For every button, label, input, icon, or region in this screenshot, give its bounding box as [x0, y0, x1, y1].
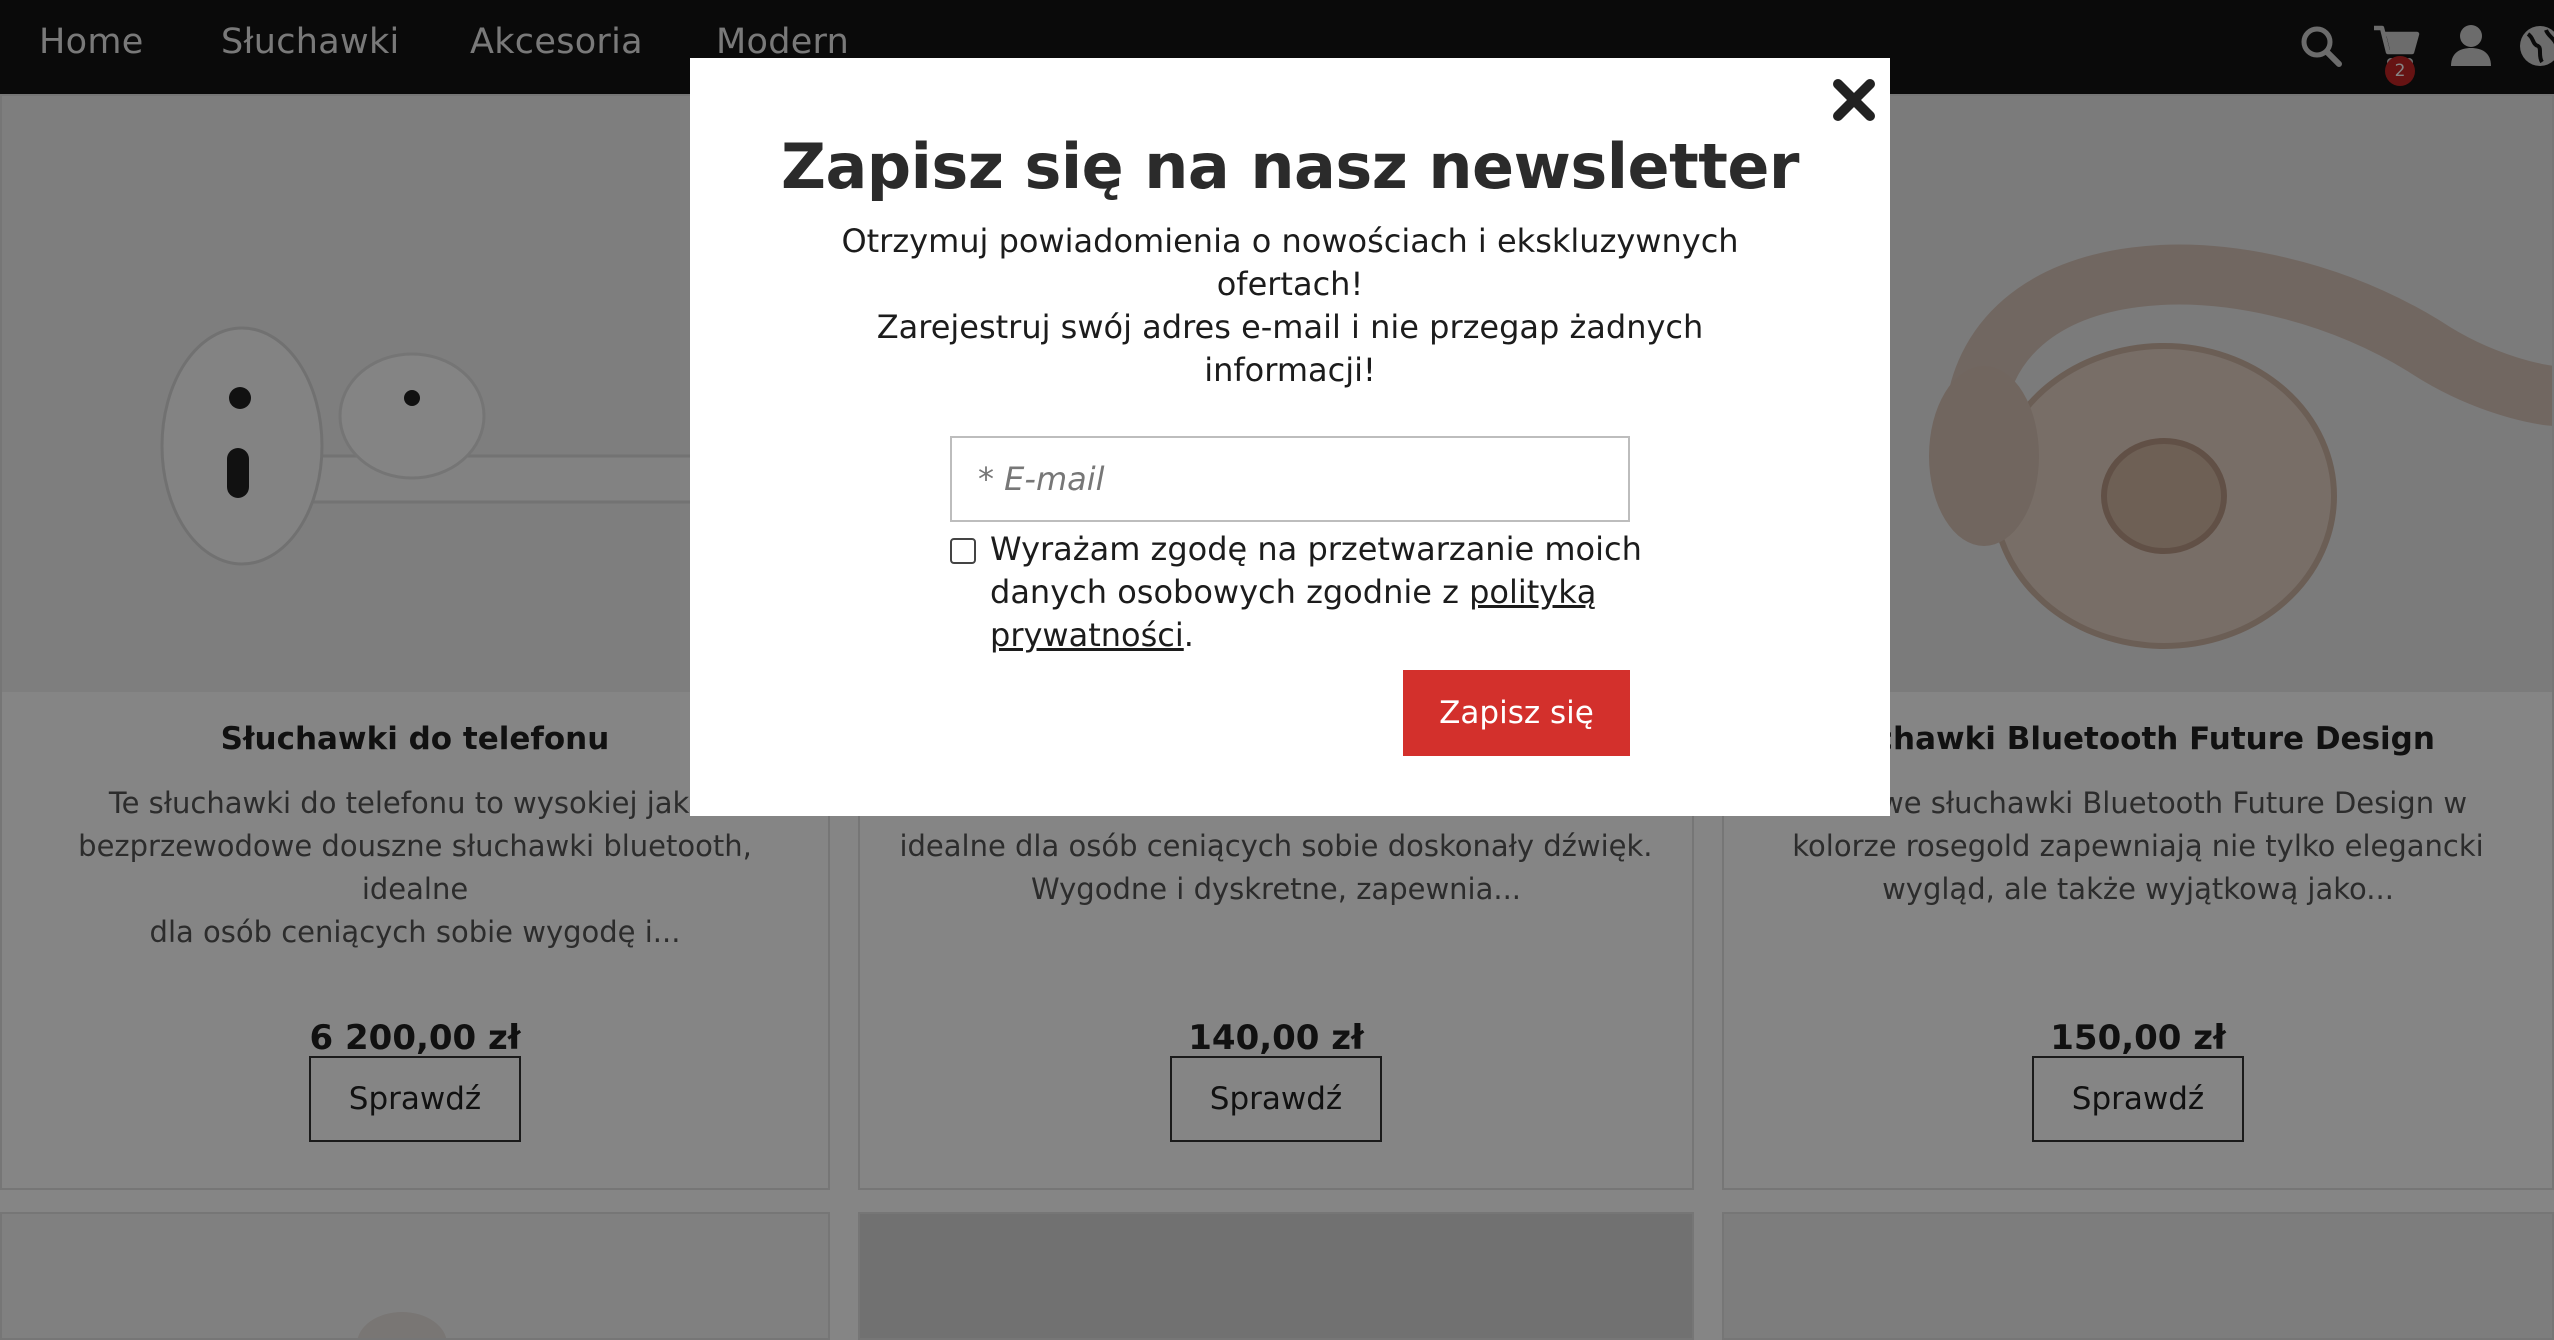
- close-icon[interactable]: [1822, 68, 1886, 132]
- email-field[interactable]: [950, 436, 1630, 522]
- consent-checkbox[interactable]: [950, 538, 976, 564]
- newsletter-description: Otrzymuj powiadomienia o nowościach i ek…: [840, 220, 1740, 392]
- newsletter-description-line1: Otrzymuj powiadomienia o nowościach i ek…: [841, 222, 1739, 303]
- consent-label: Wyrażam zgodę na przetwarzanie moich dan…: [990, 528, 1650, 657]
- newsletter-modal: Zapisz się na nasz newsletter Otrzymuj p…: [690, 58, 1890, 816]
- newsletter-title: Zapisz się na nasz newsletter: [781, 130, 1799, 203]
- subscribe-button[interactable]: Zapisz się: [1403, 670, 1630, 756]
- newsletter-description-line2: Zarejestruj swój adres e-mail i nie prze…: [876, 308, 1704, 389]
- consent-end: .: [1183, 616, 1194, 654]
